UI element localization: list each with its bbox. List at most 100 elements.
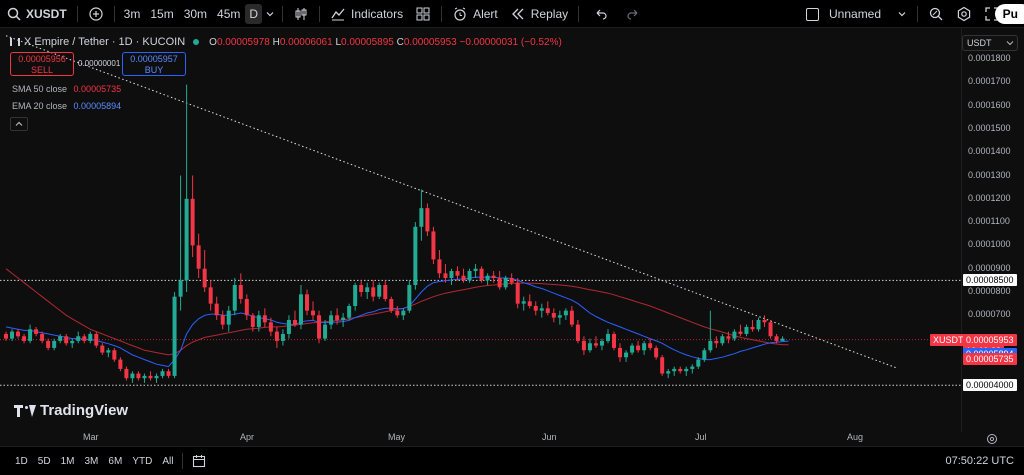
candle-body <box>545 308 550 313</box>
quick-search-icon <box>929 7 943 21</box>
range-1d[interactable]: 1D <box>10 456 33 467</box>
interval-15m[interactable]: 15m <box>145 0 178 28</box>
interval-3m[interactable]: 3m <box>119 0 146 28</box>
interval-45m[interactable]: 45m <box>212 0 245 28</box>
currency-label: USDT <box>967 38 992 48</box>
candle-body <box>70 340 75 344</box>
candle-body <box>286 319 291 334</box>
sma-legend[interactable]: SMA 50 close 0.00005735 <box>12 84 121 94</box>
settings-button[interactable] <box>950 0 978 28</box>
candle-body <box>636 345 641 351</box>
symbol-search[interactable]: XUSDT <box>0 0 73 28</box>
price-tick-label: 0.0001300 <box>968 169 1011 180</box>
range-1m[interactable]: 1M <box>56 456 80 467</box>
candle-body <box>593 343 598 346</box>
time-axis[interactable]: Mar Apr May Jun Jul Aug <box>0 432 1024 446</box>
axis-settings-icon[interactable] <box>986 433 998 445</box>
candle-body <box>395 310 400 316</box>
tradingview-logo[interactable]: TradingView <box>14 402 128 419</box>
interval-1d[interactable]: D <box>245 3 263 24</box>
candle-body <box>305 294 309 311</box>
undo-button[interactable] <box>583 0 619 28</box>
candle-body <box>202 268 207 288</box>
price-tick-label: 0.0000800 <box>968 286 1011 296</box>
utc-clock[interactable]: 07:50:22 UTC <box>946 455 1014 467</box>
price-tick-label: 0.0001500 <box>968 122 1011 133</box>
templates-button[interactable] <box>409 0 437 28</box>
chart-pane[interactable] <box>0 28 962 432</box>
candle-body <box>58 336 63 341</box>
time-label-may: May <box>388 432 406 442</box>
time-label-jun: Jun <box>542 432 557 442</box>
close-key: C <box>396 36 404 48</box>
divider <box>917 6 919 22</box>
replay-button[interactable]: Replay <box>504 0 574 28</box>
alert-button[interactable]: Alert <box>446 0 504 28</box>
chevron-up-icon <box>15 121 23 126</box>
range-6m[interactable]: 6M <box>103 456 127 467</box>
range-all[interactable]: All <box>157 456 178 467</box>
range-ytd[interactable]: YTD <box>127 456 157 467</box>
date-range-button[interactable] <box>187 454 211 468</box>
price-tick-label: 0.0000900 <box>968 262 1011 273</box>
ema-legend[interactable]: EMA 20 close 0.00005894 <box>12 101 121 111</box>
redo-button[interactable] <box>619 0 647 28</box>
low-value: 0.00005895 <box>341 36 394 48</box>
high-value: 0.00006061 <box>279 36 333 48</box>
collapse-legend-button[interactable] <box>10 117 28 131</box>
layout-checkbox-icon <box>806 7 819 21</box>
change-value: −0.00000031 (−0.52%) <box>459 36 562 48</box>
sma-label: SMA 50 close <box>12 84 68 94</box>
candle-body <box>551 312 556 318</box>
candle-body <box>419 208 424 227</box>
quick-search-button[interactable] <box>922 0 950 28</box>
candle-body <box>612 333 617 348</box>
spread-value: 0.00000001 <box>78 59 121 68</box>
candle-body <box>28 329 33 341</box>
candle-body <box>678 368 683 372</box>
layout-name: Unnamed <box>829 7 882 21</box>
legend-ohlc: O0.00005978 H0.00006061 L0.00005895 C0.0… <box>209 37 562 48</box>
price-tick-label: 0.0001000 <box>968 239 1011 250</box>
chevron-down-icon <box>898 12 906 17</box>
candle-body <box>124 368 129 379</box>
candle-body <box>10 331 15 339</box>
compare-button[interactable] <box>82 0 110 28</box>
candle-body <box>268 322 273 332</box>
calendar-icon <box>193 455 206 468</box>
candle-body <box>226 310 231 325</box>
candle-body <box>521 301 526 304</box>
range-3m[interactable]: 3M <box>80 456 104 467</box>
candle-body <box>371 287 376 297</box>
price-axis[interactable]: 0.0001800 0.0001700 0.0001600 0.0001500 0.00… <box>962 28 1024 432</box>
candle-body <box>76 336 81 341</box>
indicators-button[interactable]: Indicators <box>324 0 409 28</box>
candle-body <box>88 333 93 341</box>
interval-30m[interactable]: 30m <box>179 0 212 28</box>
candle-body <box>575 324 580 341</box>
sma-value: 0.00005735 <box>73 84 122 94</box>
candle-body <box>660 357 665 374</box>
candle-body <box>130 373 135 379</box>
interval-dropdown[interactable] <box>262 0 278 28</box>
candle-body <box>112 350 117 360</box>
candle-body <box>618 347 623 358</box>
range-5d[interactable]: 5D <box>33 456 56 467</box>
candle-body <box>22 336 27 341</box>
currency-selector[interactable]: USDT <box>962 35 1018 51</box>
candle-body <box>762 319 767 323</box>
candle-body <box>425 208 430 232</box>
price-chart[interactable] <box>0 28 962 432</box>
candle-body <box>401 310 406 316</box>
open-key: O <box>209 36 217 48</box>
time-label-mar: Mar <box>83 432 99 442</box>
divider <box>282 5 284 22</box>
buy-button[interactable]: 0.00005957 BUY <box>122 52 186 76</box>
sell-button[interactable]: 0.00005956 SELL <box>10 52 74 76</box>
price-tick-label: 0.0001700 <box>968 76 1011 87</box>
chart-type-button[interactable] <box>287 0 315 28</box>
candle-body <box>196 245 201 269</box>
layout-button[interactable]: Unnamed <box>800 0 913 28</box>
top-toolbar: XUSDT 3m 15m 30m 45m D Indicators Alert … <box>0 0 1024 28</box>
publish-button[interactable]: Pu <box>994 4 1024 24</box>
